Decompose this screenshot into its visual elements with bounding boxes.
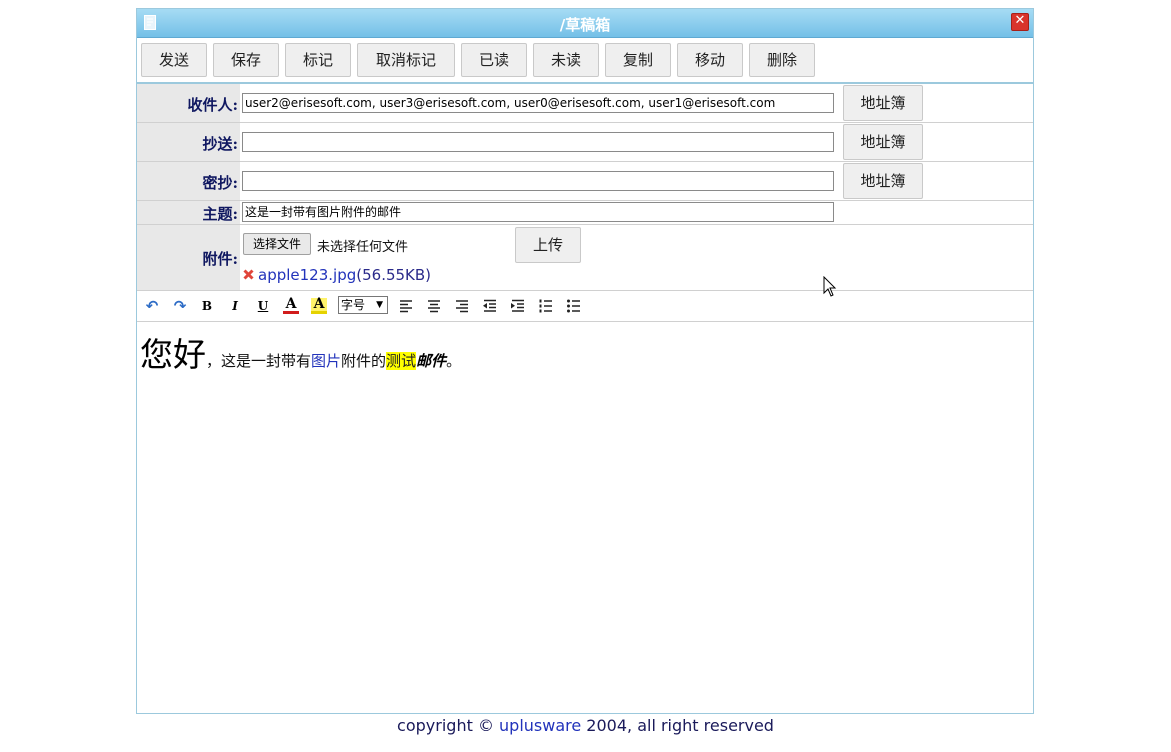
bcc-input[interactable] [242, 171, 834, 191]
body-period: 。 [446, 352, 462, 370]
subject-row: 主题: 这是一封带有图片附件的邮件 [137, 201, 1033, 225]
close-icon: ✕ [1014, 13, 1026, 28]
attachment-row: 附件: 选择文件 未选择任何文件 上传 apple123.jpg(56.55KB… [137, 225, 1033, 291]
cc-label: 抄送: [137, 123, 240, 161]
mail-toolbar: 发送 保存 标记 取消标记 已读 未读 复制 移动 删除 [137, 38, 1033, 84]
body-link-text[interactable]: 图片 [311, 352, 341, 370]
outdent-icon[interactable] [482, 298, 498, 314]
attachment-item: apple123.jpg(56.55KB) [258, 266, 431, 284]
unmark-button[interactable]: 取消标记 [357, 43, 455, 77]
highlighted-text: 测试 [386, 352, 417, 370]
align-center-icon[interactable] [426, 298, 442, 314]
save-button[interactable]: 保存 [213, 43, 279, 77]
window-title: /草稿箱 [559, 16, 611, 34]
mark-read-button[interactable]: 已读 [461, 43, 527, 77]
message-body: 您好，这是一封带有图片附件的测试邮件。 [140, 328, 461, 376]
remove-attachment-icon[interactable] [243, 269, 254, 280]
copy-button[interactable]: 复制 [605, 43, 671, 77]
dropdown-arrow-icon: ▼ [376, 300, 383, 310]
to-label: 收件人: [137, 84, 240, 122]
align-left-icon[interactable] [398, 298, 414, 314]
subject-label: 主题: [137, 201, 240, 224]
attachment-label: 附件: [137, 225, 240, 290]
greeting-text: 您好 [140, 335, 206, 374]
to-row: 收件人: user2@erisesoft.com, user3@erisesof… [137, 84, 1033, 123]
delete-button[interactable]: 删除 [749, 43, 815, 77]
cc-input[interactable] [242, 132, 834, 152]
to-input[interactable]: user2@erisesoft.com, user3@erisesoft.com… [242, 93, 834, 113]
cc-address-book-button[interactable]: 地址簿 [843, 124, 923, 160]
bold-italic-text: 邮件 [416, 352, 447, 370]
font-size-select[interactable]: 字号 ▼ [338, 296, 388, 314]
cc-row: 抄送: 地址簿 [137, 123, 1033, 162]
indent-icon[interactable] [510, 298, 526, 314]
redo-icon[interactable]: ↷ [172, 298, 188, 314]
no-file-chosen-text: 未选择任何文件 [317, 240, 409, 255]
compose-window: /草稿箱 ✕ 发送 保存 标记 取消标记 已读 未读 复制 移动 删除 收件人:… [136, 8, 1034, 714]
subject-input[interactable]: 这是一封带有图片附件的邮件 [242, 202, 834, 222]
attachment-file-link[interactable]: apple123.jpg [258, 266, 356, 284]
send-button[interactable]: 发送 [141, 43, 207, 77]
copyright-footer: copyright © uplusware 2004, all right re… [397, 716, 774, 735]
bcc-address-book-button[interactable]: 地址簿 [843, 163, 923, 199]
bold-icon[interactable]: B [199, 298, 215, 314]
bcc-row: 密抄: 地址簿 [137, 162, 1033, 201]
brand-link[interactable]: uplusware [499, 716, 581, 735]
close-button[interactable]: ✕ [1011, 13, 1029, 31]
attachment-file-size: (56.55KB) [356, 266, 432, 284]
italic-icon[interactable]: I [227, 298, 243, 314]
align-right-icon[interactable] [454, 298, 470, 314]
undo-icon[interactable]: ↶ [144, 298, 160, 314]
upload-button[interactable]: 上传 [515, 227, 581, 263]
mark-button[interactable]: 标记 [285, 43, 351, 77]
ordered-list-icon[interactable] [538, 298, 554, 314]
mark-unread-button[interactable]: 未读 [533, 43, 599, 77]
mouse-cursor-icon [823, 276, 837, 297]
format-toolbar: ↶ ↷ B I U A A 字号 ▼ [137, 291, 1033, 322]
title-bar: /草稿箱 ✕ [137, 9, 1033, 38]
body-text-2: 附件的 [341, 352, 387, 370]
to-address-book-button[interactable]: 地址簿 [843, 85, 923, 121]
font-color-icon[interactable]: A [283, 297, 299, 314]
body-text: ，这是一封带有 [206, 352, 312, 370]
choose-file-button[interactable]: 选择文件 [243, 233, 311, 255]
unordered-list-icon[interactable] [566, 298, 582, 314]
bcc-label: 密抄: [137, 162, 240, 200]
highlight-color-icon[interactable]: A [311, 297, 327, 314]
move-button[interactable]: 移动 [677, 43, 743, 77]
message-editor[interactable]: 您好，这是一封带有图片附件的测试邮件。 [137, 322, 1033, 713]
underline-icon[interactable]: U [255, 298, 271, 314]
